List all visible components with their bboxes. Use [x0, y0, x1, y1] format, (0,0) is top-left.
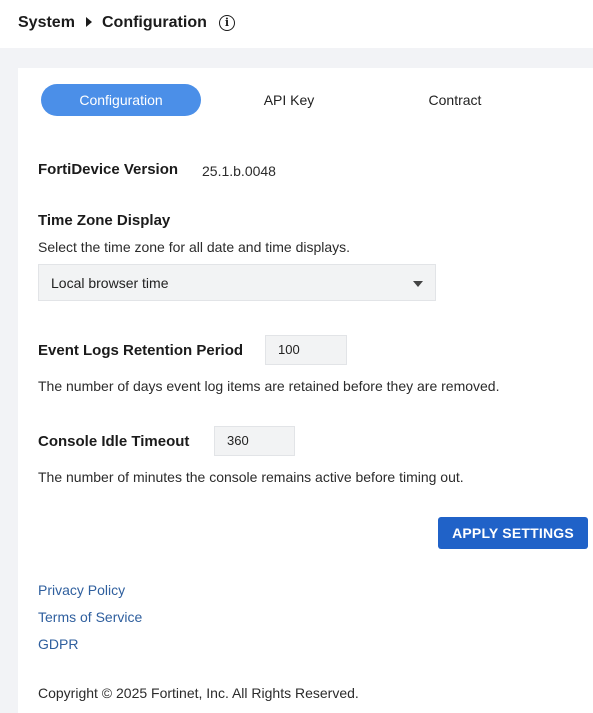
privacy-policy-link[interactable]: Privacy Policy: [38, 582, 125, 598]
idle-timeout-input[interactable]: 360: [214, 426, 295, 456]
caret-down-icon: [413, 281, 423, 287]
timezone-select[interactable]: Local browser time: [38, 264, 436, 301]
configuration-panel: Configuration API Key Contract FortiDevi…: [18, 68, 593, 713]
apply-settings-button[interactable]: APPLY SETTINGS: [438, 517, 588, 549]
idle-timeout-description: The number of minutes the console remain…: [38, 469, 464, 485]
info-icon[interactable]: i: [219, 15, 235, 31]
terms-of-service-link[interactable]: Terms of Service: [38, 609, 142, 625]
breadcrumb-configuration: Configuration: [102, 14, 207, 31]
copyright-text: Copyright © 2025 Fortinet, Inc. All Righ…: [38, 685, 359, 701]
timezone-selected-value: Local browser time: [51, 275, 169, 291]
timezone-title: Time Zone Display: [38, 212, 171, 229]
timezone-description: Select the time zone for all date and ti…: [38, 239, 351, 255]
breadcrumb-system[interactable]: System: [18, 14, 75, 32]
page-header: System Configuration i: [0, 0, 593, 48]
tab-api-key[interactable]: API Key: [229, 84, 349, 116]
event-logs-description: The number of days event log items are r…: [38, 378, 500, 394]
idle-timeout-label: Console Idle Timeout: [38, 433, 190, 450]
breadcrumb-separator-icon: [86, 17, 92, 27]
gdpr-link[interactable]: GDPR: [38, 636, 78, 652]
event-logs-label: Event Logs Retention Period: [38, 342, 244, 359]
version-value: 25.1.b.0048: [202, 163, 276, 179]
event-logs-retention-input[interactable]: 100: [265, 335, 347, 365]
tab-configuration[interactable]: Configuration: [41, 84, 201, 116]
tab-contract[interactable]: Contract: [395, 84, 515, 116]
version-label: FortiDevice Version: [38, 161, 179, 178]
